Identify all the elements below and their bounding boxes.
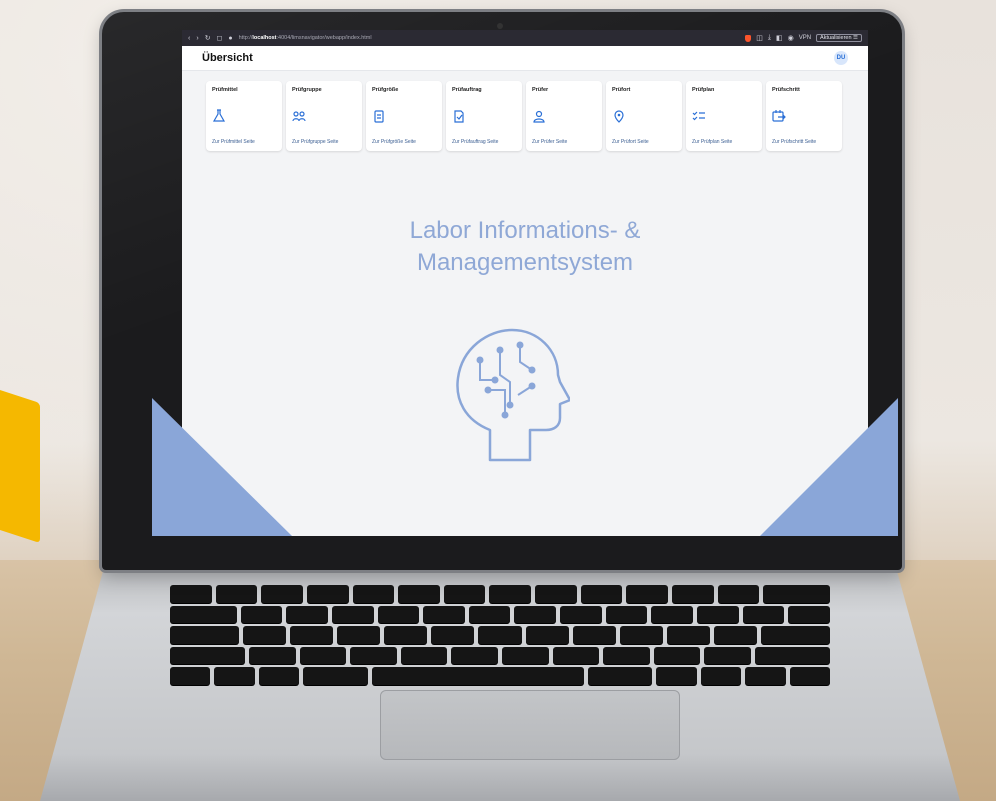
forward-icon[interactable]: ›: [196, 35, 198, 42]
tile-pruefgruppe[interactable]: Prüfgruppe Zur Prüfgruppe Seite: [286, 81, 362, 151]
tile-title: Prüfgröße: [372, 87, 399, 93]
site-info-icon[interactable]: ●: [228, 35, 232, 42]
back-icon[interactable]: ‹: [188, 35, 190, 42]
url-path: :4004/limsnavigator/webapp/index.html: [276, 35, 372, 41]
app-header: Übersicht DU: [182, 46, 868, 71]
brain-circuit-icon: [456, 328, 570, 462]
tile-title: Prüfgruppe: [292, 87, 322, 93]
tile-link[interactable]: Zur Prüfplan Seite: [692, 139, 756, 145]
tile-link[interactable]: Zur Prüfschritt Seite: [772, 139, 836, 145]
vpn-label[interactable]: VPN: [799, 35, 811, 41]
update-button[interactable]: Aktualisieren ☰: [816, 34, 862, 42]
vpn-icon[interactable]: ◉: [788, 34, 794, 42]
tile-title: Prüfauftrag: [452, 87, 482, 93]
update-button-label: Aktualisieren: [820, 35, 852, 41]
brave-shield-icon[interactable]: [745, 34, 752, 42]
hero-line-2: Managementsystem: [416, 249, 634, 276]
url-prefix: http://: [238, 35, 253, 41]
clipboard-icon: [374, 110, 384, 123]
tile-link[interactable]: Zur Prüfauftrag Seite: [452, 139, 516, 145]
tile-link[interactable]: Zur Prüfmittel Seite: [212, 139, 276, 145]
wallet-icon[interactable]: ◧: [776, 34, 783, 42]
task-icon: [454, 110, 464, 123]
tile-link[interactable]: Zur Prüfort Seite: [612, 139, 676, 145]
flask-icon: [212, 109, 226, 122]
yellow-background-object: [0, 377, 40, 543]
tile-link[interactable]: Zur Prüfgröße Seite: [372, 139, 436, 145]
tile-pruefschritt[interactable]: Prüfschritt Zur Prüfschritt Seite: [766, 81, 842, 151]
browser-toolbar: ‹ › ↻ ◻ ● http://localhost:4004/limsnavi…: [182, 30, 868, 46]
avatar[interactable]: DU: [834, 51, 848, 65]
bookmark-icon[interactable]: ◻: [217, 34, 223, 42]
laptop-screen: ‹ › ↻ ◻ ● http://localhost:4004/limsnavi…: [182, 30, 868, 536]
hero-line-1: Labor Informations- &: [409, 217, 641, 244]
group-icon: [292, 111, 306, 122]
tile-title: Prüfer: [532, 87, 549, 93]
laptop-keyboard: [170, 585, 831, 685]
trackpad: [380, 690, 680, 760]
tile-pruefer[interactable]: Prüfer Zur Prüfer Seite: [526, 81, 602, 151]
tile-link[interactable]: Zur Prüfer Seite: [532, 139, 596, 145]
download-icon[interactable]: ⤓: [768, 34, 771, 42]
tile-pruefplan[interactable]: Prüfplan Zur Prüfplan Seite: [686, 81, 762, 151]
person-icon: [533, 110, 545, 123]
url-host: localhost: [252, 35, 277, 41]
toolbar-right: ◫ ⤓ ◧ ◉ VPN Aktualisieren ☰: [745, 34, 862, 42]
hero-title: Labor Informations- & Managementsystem: [182, 215, 868, 279]
tile-pruefmittel[interactable]: Prüfmittel Zur Prüfmittel Seite: [206, 81, 282, 151]
tile-pruefort[interactable]: Prüfort Zur Prüfort Seite: [606, 81, 682, 151]
tile-title: Prüfschritt: [772, 87, 800, 93]
location-icon: [614, 110, 624, 123]
tile-title: Prüfort: [612, 87, 631, 93]
step-icon: [772, 110, 786, 122]
tile-pruefauftrag[interactable]: Prüfauftrag Zur Prüfauftrag Seite: [446, 81, 522, 151]
tile-container: Prüfmittel Zur Prüfmittel Seite Prüfgrup…: [182, 71, 868, 151]
reload-icon[interactable]: ↻: [205, 34, 211, 42]
tile-title: Prüfplan: [692, 87, 715, 93]
sidebar-icon[interactable]: ◫: [756, 34, 763, 42]
checklist-icon: [692, 111, 705, 121]
webcam: [497, 23, 503, 29]
tile-link[interactable]: Zur Prüfgruppe Seite: [292, 139, 356, 145]
tile-title: Prüfmittel: [212, 87, 238, 93]
page-title: Übersicht: [202, 52, 253, 64]
address-bar[interactable]: http://localhost:4004/limsnavigator/weba…: [239, 35, 740, 41]
tile-pruefgroesse[interactable]: Prüfgröße Zur Prüfgröße Seite: [366, 81, 442, 151]
